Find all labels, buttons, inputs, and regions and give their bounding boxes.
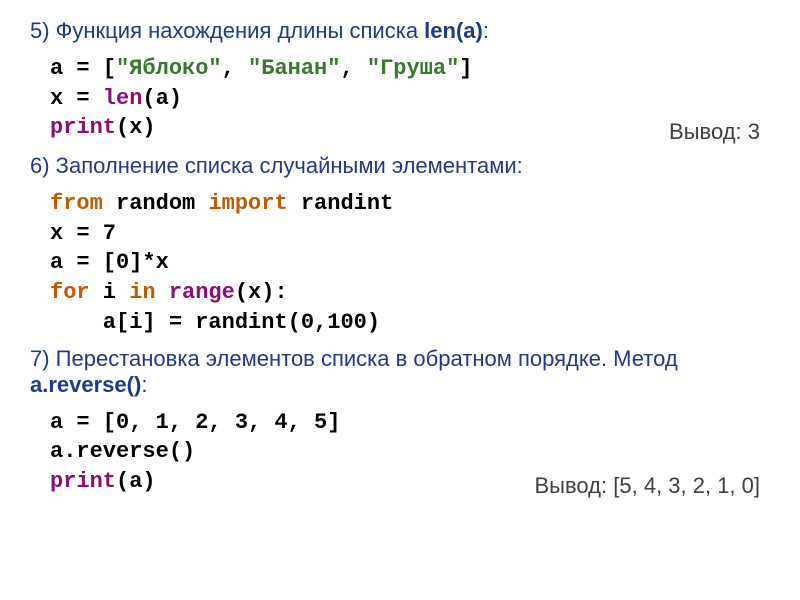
keyword: for [50,280,90,305]
code-text: a = [0]*x [50,250,169,275]
string-literal: "Груша" [367,56,459,81]
func-name: range [169,280,235,305]
section7-heading: 7) Перестановка элементов списка в обрат… [30,346,770,398]
section5-heading-suffix: : [483,18,489,43]
section7-heading-emph: a.reverse() [30,372,141,397]
code-text: x = 7 [50,221,116,246]
section6-heading: 6) Заполнение списка случайными элемента… [30,153,770,179]
code-text: a = [ [50,56,116,81]
code-text: randint [288,191,394,216]
code-text: a = [0, 1, 2, 3, 4, 5] [50,410,340,435]
keyword: import [208,191,287,216]
code-text: a[i] = randint(0,100) [50,310,380,335]
code-text: , [340,56,366,81]
section7-heading-prefix: 7) Перестановка элементов списка в обрат… [30,346,678,371]
code-text: (a) [116,469,156,494]
keyword: in [129,280,155,305]
code-text: a.reverse() [50,439,195,464]
section5-heading: 5) Функция нахождения длины списка len(a… [30,18,770,44]
code-text: ] [459,56,472,81]
code-text: random [103,191,209,216]
code-text: , [222,56,248,81]
code-text: x = [50,86,103,111]
func-name: len [103,86,143,111]
func-name: print [50,115,116,140]
code-text [156,280,169,305]
section6-code: from random import randint x = 7 a = [0]… [50,189,770,337]
func-name: print [50,469,116,494]
section5-heading-prefix: 5) Функция нахождения длины списка [30,18,424,43]
string-literal: "Яблоко" [116,56,222,81]
code-text: (x) [116,115,156,140]
keyword: from [50,191,103,216]
code-text: i [90,280,130,305]
code-text: (a) [142,86,182,111]
section7-heading-suffix: : [141,372,147,397]
string-literal: "Банан" [248,56,340,81]
section5-heading-emph: len(a) [424,18,483,43]
code-text: (x): [235,280,288,305]
